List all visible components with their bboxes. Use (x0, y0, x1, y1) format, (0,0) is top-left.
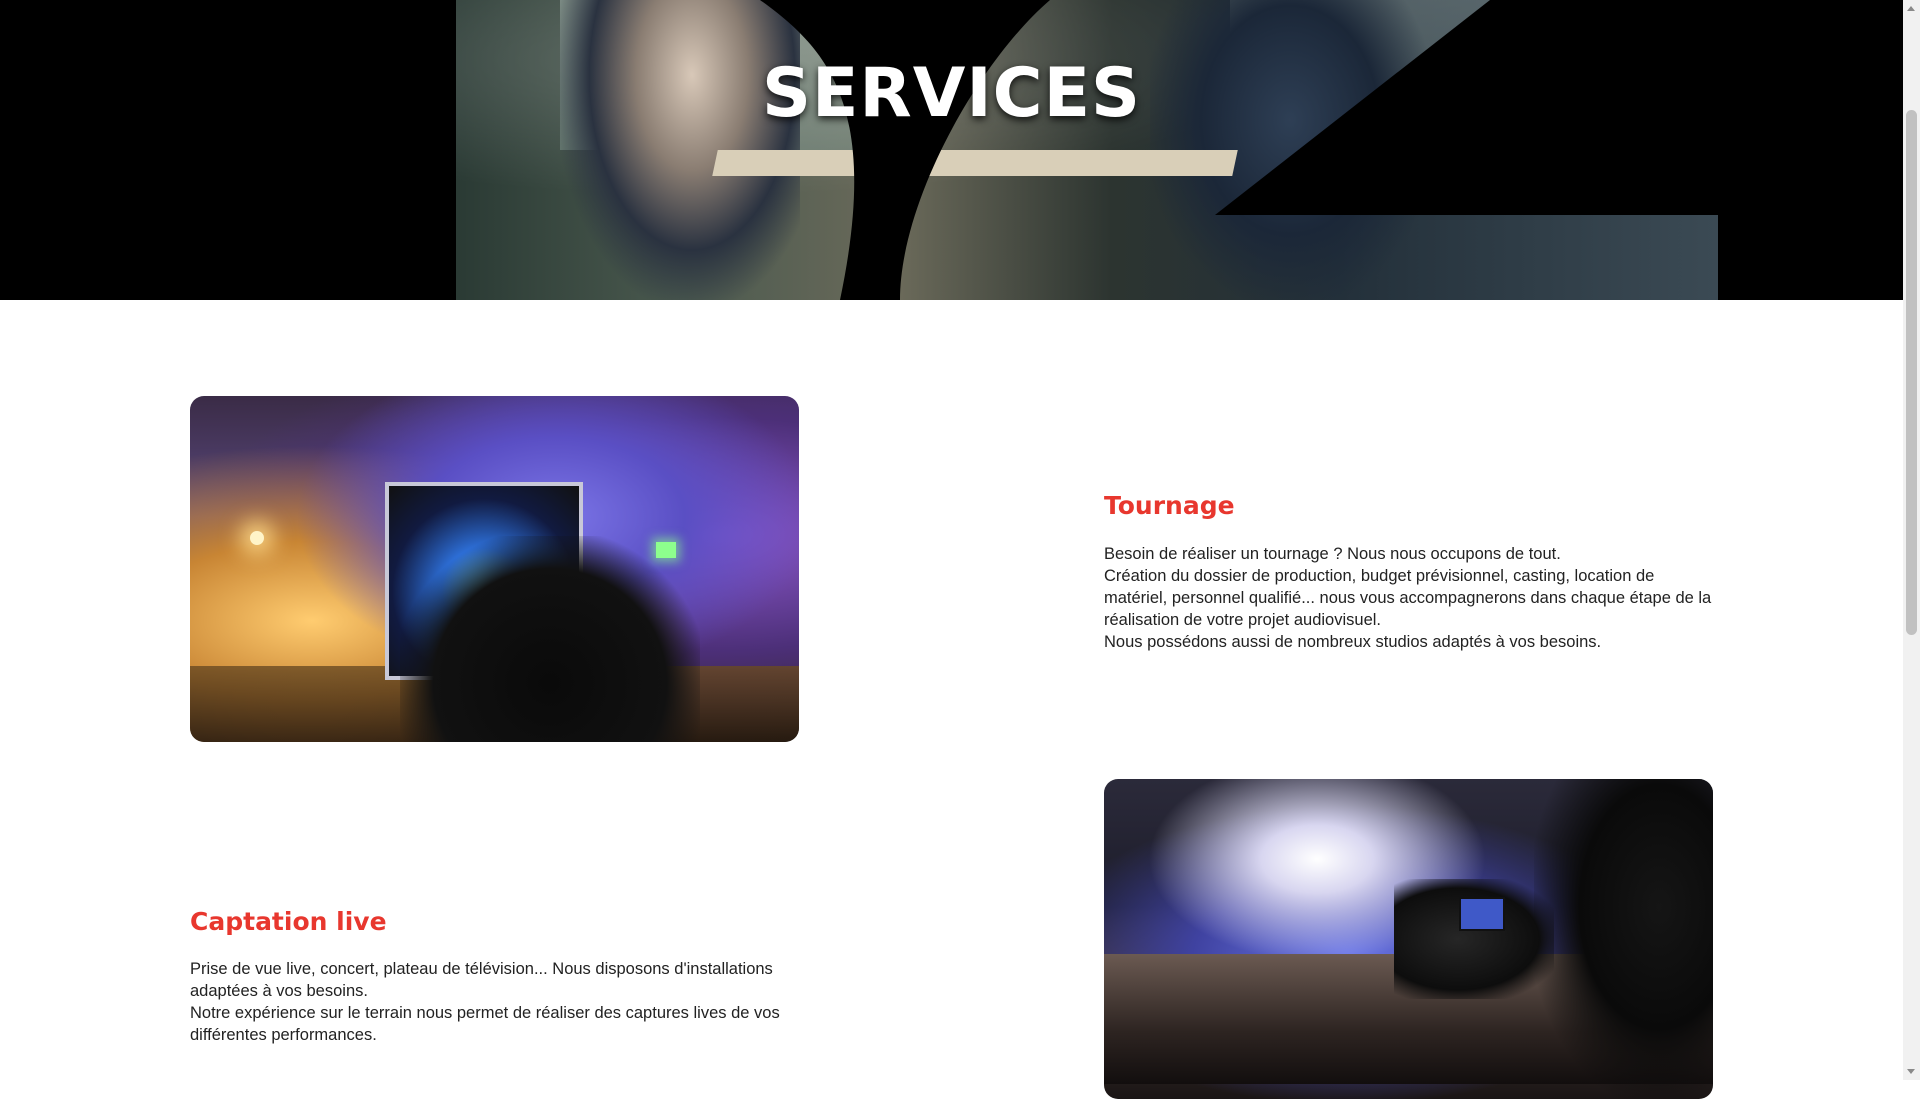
service-title-captation-live: Captation live (190, 907, 387, 936)
hero-black-curve-overlay (0, 0, 1903, 300)
service-description-tournage: Besoin de réaliser un tournage ? Nous no… (1104, 545, 1712, 651)
scroll-thumb[interactable] (1906, 110, 1917, 635)
page-title: SERVICES (761, 53, 1142, 133)
captation-live-image (1104, 779, 1713, 1099)
studio-light (250, 531, 264, 545)
tournage-image (190, 396, 799, 742)
service-title-tournage: Tournage (1104, 491, 1235, 520)
studio-monitor (656, 542, 676, 558)
camera-tripod (1534, 779, 1713, 1099)
scroll-up-arrow-icon[interactable] (1907, 6, 1915, 11)
service-description-captation-live: Prise de vue live, concert, plateau de t… (190, 960, 780, 1044)
film-crew-silhouettes (400, 536, 700, 742)
page-scrollbar[interactable] (1903, 0, 1920, 1080)
hero-banner: SERVICES (0, 0, 1903, 300)
camera-screen (1459, 897, 1505, 931)
scroll-down-arrow-icon[interactable] (1907, 1069, 1915, 1074)
